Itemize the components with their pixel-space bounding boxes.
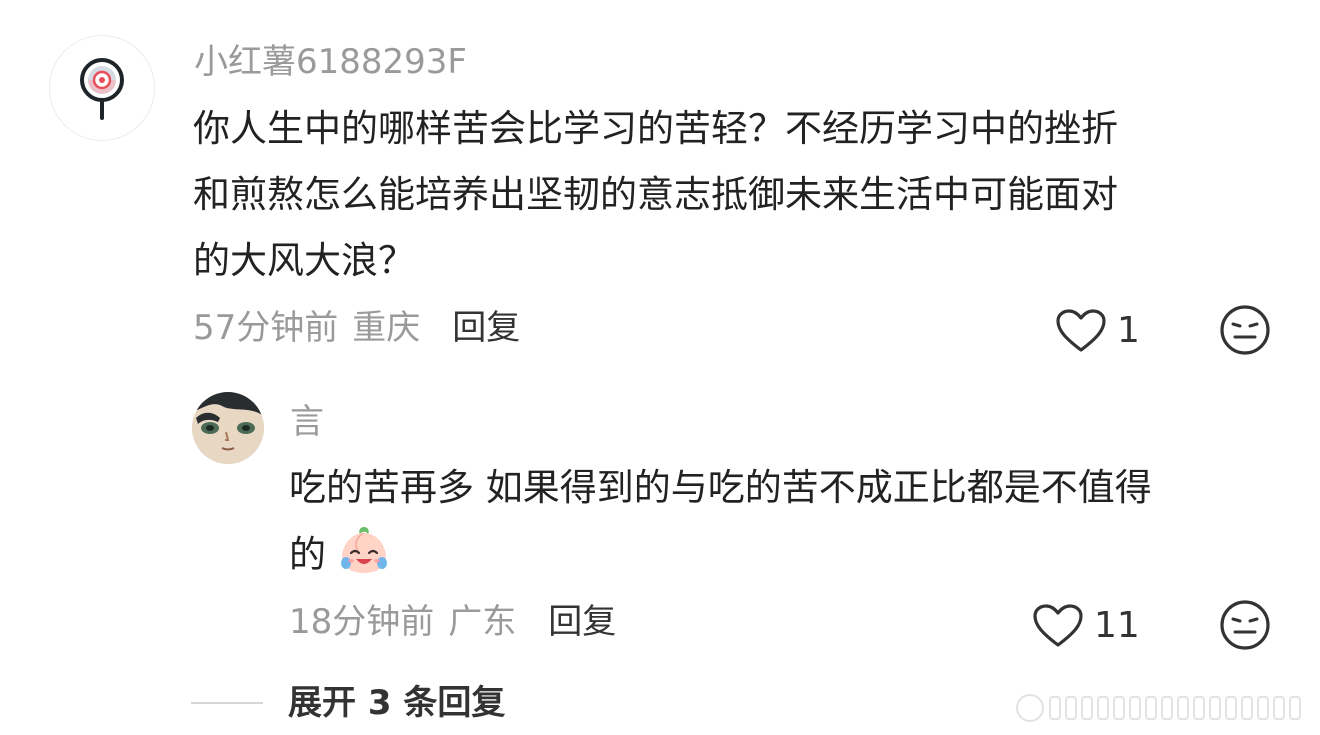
user-avatar[interactable] <box>49 35 155 141</box>
reply-to-reply-button[interactable]: 回复 <box>548 602 616 642</box>
reply-time: 18分钟前 <box>289 602 435 642</box>
dislike-button[interactable] <box>1219 304 1271 356</box>
comment-text: 你人生中的哪样苦会比学习的苦轻？不经历学习中的挫折 和煎熬怎么能培养出坚韧的意志… <box>193 96 1243 294</box>
heart-icon <box>1056 309 1106 352</box>
reply-like-count: 11 <box>1094 605 1140 646</box>
comment-meta: 57分钟前 重庆 回复 <box>193 308 520 348</box>
heart-icon <box>1033 604 1083 647</box>
expand-replies-label: 展开 3 条回复 <box>288 683 506 723</box>
unamused-face-icon <box>1220 305 1270 355</box>
reply-location: 广东 <box>448 602 517 642</box>
lollipop-avatar-icon <box>80 58 124 120</box>
comment-username[interactable]: 小红薯6188293F <box>194 42 467 82</box>
like-count: 1 <box>1117 310 1140 351</box>
divider <box>191 702 263 704</box>
reply-text: 吃的苦再多 如果得到的与吃的苦不成正比都是不值得 的 <box>289 455 1269 588</box>
reply-dislike-button[interactable] <box>1219 599 1271 651</box>
reply-text-line: 吃的苦再多 如果得到的与吃的苦不成正比都是不值得 <box>289 466 1152 509</box>
comment-text-line: 和煎熬怎么能培养出坚韧的意志抵御未来生活中可能面对 <box>193 173 1118 216</box>
reply-user-avatar[interactable] <box>192 392 264 464</box>
reply-like-button[interactable]: 11 <box>1032 603 1140 649</box>
reply-button[interactable]: 回复 <box>452 308 520 348</box>
comment-text-line: 你人生中的哪样苦会比学习的苦轻？不经历学习中的挫折 <box>193 107 1118 150</box>
watermark-logo <box>1010 691 1310 725</box>
crying-laughing-peach-emoji <box>341 527 387 573</box>
comment-text-line: 的大风大浪？ <box>193 239 415 282</box>
like-button[interactable]: 1 <box>1055 308 1140 354</box>
comment-time: 57分钟前 <box>193 308 339 348</box>
cartoon-character-avatar-icon <box>192 392 264 464</box>
reply-username[interactable]: 言 <box>290 402 324 442</box>
unamused-face-icon <box>1220 600 1270 650</box>
expand-replies-button[interactable]: 展开 3 条回复 <box>191 683 505 723</box>
reply-meta: 18分钟前 广东 回复 <box>289 602 616 642</box>
reply-text-line: 的 <box>289 521 1269 588</box>
comment-location: 重庆 <box>352 308 421 348</box>
watermark-icon <box>1016 694 1301 722</box>
reply-text-fragment: 的 <box>289 533 326 576</box>
